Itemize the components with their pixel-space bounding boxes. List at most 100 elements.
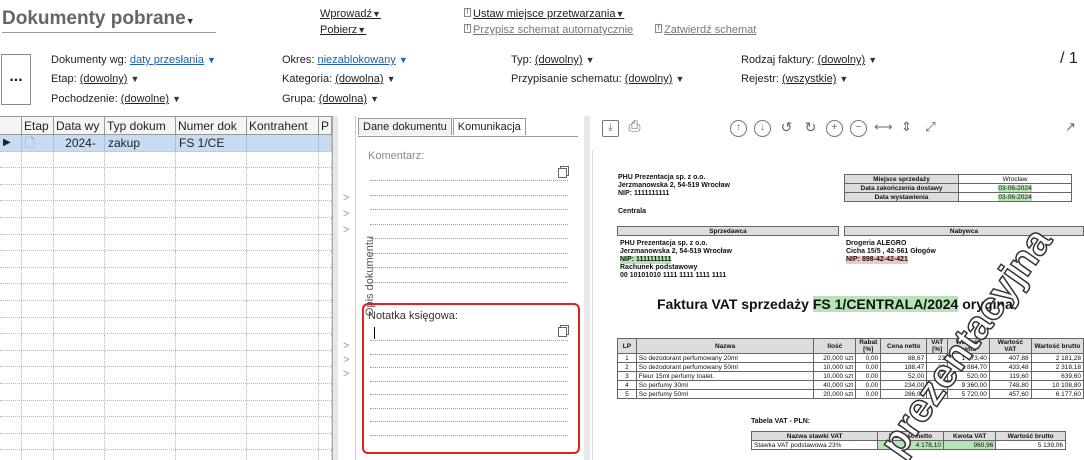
grid-cell <box>105 334 176 350</box>
grid-cell <box>22 151 54 168</box>
zoom-in-icon[interactable]: + <box>826 120 843 137</box>
arrow-up-icon[interactable]: ↑ <box>730 120 747 137</box>
filter-rodzaj-faktury[interactable]: Rodzaj faktury: (dowolny) ▼ <box>741 54 877 66</box>
table-row[interactable] <box>0 251 332 268</box>
grid-cell <box>247 201 319 217</box>
external-open-icon[interactable]: ↗ <box>1062 120 1079 137</box>
table-row[interactable] <box>0 184 332 202</box>
filter-okres[interactable]: Okres: niezablokowany ▼ <box>282 54 408 66</box>
rotate-right-icon[interactable]: ↻ <box>802 120 819 137</box>
grid-cell <box>22 400 54 417</box>
grid-col-numer[interactable]: Numer dok <box>176 117 247 134</box>
grid-cell <box>319 168 332 184</box>
cell-numer: FS 1/CE <box>176 135 247 151</box>
items-cell: 10 108,80 <box>1030 380 1084 390</box>
documents-grid[interactable]: Etap Data wy Typ dokum Numer dok Kontrah… <box>0 116 332 460</box>
filter-typ[interactable]: Typ: (dowolny) ▼ <box>511 54 595 66</box>
grid-cell <box>247 300 319 317</box>
invoice-seller-block: PHU Prezentacja sp. z o.o. Jerzmanowska … <box>618 174 730 215</box>
grid-cell <box>0 300 22 317</box>
sidebar-tab-opis[interactable] <box>338 116 356 460</box>
grid-cell <box>319 383 332 400</box>
filter-rejestr[interactable]: Rejestr: (wszystkie) ▼ <box>741 73 848 85</box>
items-cell: 0,00 <box>855 371 882 381</box>
table-row[interactable] <box>0 201 332 218</box>
grid-cell <box>176 201 247 217</box>
table-row[interactable]: ▶ 🗋 2024- zakup FS 1/CE <box>0 135 332 152</box>
ustaw-miejsce-menu[interactable]: ! Ustaw miejsce przetwarzania▼ <box>464 8 624 20</box>
grid-col-kontrahent[interactable]: Kontrahent <box>247 117 319 134</box>
przypisz-schemat-link[interactable]: ! Przypisz schemat automatycznie <box>464 24 633 36</box>
table-row[interactable] <box>0 284 332 301</box>
komentarz-label: Komentarz: <box>368 150 425 162</box>
table-row[interactable] <box>0 217 332 235</box>
filter-pochodzenie[interactable]: Pochodzenie: (dowolne) ▼ <box>51 93 181 105</box>
grid-cell <box>22 234 54 251</box>
grid-cell <box>22 184 54 201</box>
table-row[interactable] <box>0 450 332 460</box>
grid-cell <box>105 284 176 300</box>
zatwierdz-schemat-link[interactable]: ! Zatwierdź schemat <box>655 24 756 36</box>
grid-col-etap[interactable]: Etap <box>22 117 54 134</box>
table-row[interactable] <box>0 267 332 285</box>
items-cell: 6 177,60 <box>1030 389 1084 399</box>
grid-cell <box>0 334 22 350</box>
grid-cell <box>54 383 105 400</box>
filter-dokumenty-wg[interactable]: Dokumenty wg: daty przesłania ▼ <box>51 54 216 66</box>
copy-icon[interactable] <box>558 327 567 337</box>
field-line <box>370 340 568 341</box>
table-row[interactable] <box>0 300 332 318</box>
grid-cell <box>54 284 105 300</box>
more-options-button[interactable]: ... <box>1 54 31 105</box>
filter-przypisanie-schematu[interactable]: Przypisanie schematu: (dowolny) ▼ <box>511 73 684 85</box>
table-row[interactable] <box>0 334 332 351</box>
fit-width-icon[interactable]: ⟷ <box>874 120 893 137</box>
table-row[interactable] <box>0 383 332 401</box>
filter-kategoria[interactable]: Kategoria: (dowolna) ▼ <box>282 73 396 85</box>
table-row[interactable] <box>0 417 332 434</box>
grid-cell <box>0 450 22 460</box>
table-row[interactable] <box>0 234 332 252</box>
invoice-preview[interactable]: PHU Prezentacja sp. z o.o. Jerzmanowska … <box>592 150 1084 460</box>
table-row[interactable] <box>0 151 332 169</box>
tab-komunikacja[interactable]: Komunikacja <box>452 118 526 135</box>
grid-cell <box>319 450 332 460</box>
table-row[interactable] <box>0 350 332 368</box>
chevron-down-icon: ▼ <box>130 74 140 84</box>
grid-cell <box>22 350 54 367</box>
items-cell: 2 181,28 <box>1030 353 1084 363</box>
invoice-meta-table: Miejsce sprzedaży Wrocław Data zakończeni… <box>844 174 1072 202</box>
field-line <box>370 353 568 355</box>
zoom-out-icon[interactable]: − <box>850 120 867 137</box>
notatka-label: Notatka księgowa: <box>368 310 458 322</box>
tab-dane-dokumentu[interactable]: Dane dokumentu <box>358 118 452 135</box>
table-row[interactable] <box>0 400 332 418</box>
fit-height-icon[interactable]: ⇕ <box>898 120 915 137</box>
arrow-down-icon[interactable]: ↓ <box>754 120 771 137</box>
rotate-left-icon[interactable]: ↺ <box>778 120 795 137</box>
grid-cell <box>176 417 247 433</box>
filter-etap[interactable]: Etap: (dowolny) ▼ <box>51 73 139 85</box>
field-line <box>370 194 568 196</box>
grid-col-data[interactable]: Data wy <box>54 117 105 134</box>
page-title[interactable]: Dokumenty pobrane▼ <box>2 8 195 30</box>
filter-grupa[interactable]: Grupa: (dowolna) ▼ <box>282 93 379 105</box>
copy-icon[interactable] <box>558 168 567 178</box>
grid-col-p[interactable]: P <box>319 117 332 134</box>
field-line <box>370 223 568 225</box>
field-line <box>370 407 568 409</box>
chevron-down-icon: ▼ <box>585 55 595 65</box>
table-row[interactable] <box>0 168 332 185</box>
table-row[interactable] <box>0 367 332 384</box>
preview-splitter[interactable] <box>584 116 590 460</box>
print-icon[interactable]: ⎙ <box>626 119 643 137</box>
wprowadz-menu[interactable]: Wprowadź▼ <box>320 8 381 20</box>
pobierz-menu[interactable]: Pobierz▼ <box>320 24 366 36</box>
fullscreen-icon[interactable]: ⤢ <box>922 120 939 137</box>
table-row[interactable] <box>0 433 332 451</box>
grid-col-typ[interactable]: Typ dokum <box>105 117 176 134</box>
table-row[interactable] <box>0 317 332 335</box>
grid-cell <box>247 184 319 201</box>
download-icon[interactable]: ⤓ <box>602 120 619 137</box>
items-cell: 748,80 <box>988 380 1032 390</box>
